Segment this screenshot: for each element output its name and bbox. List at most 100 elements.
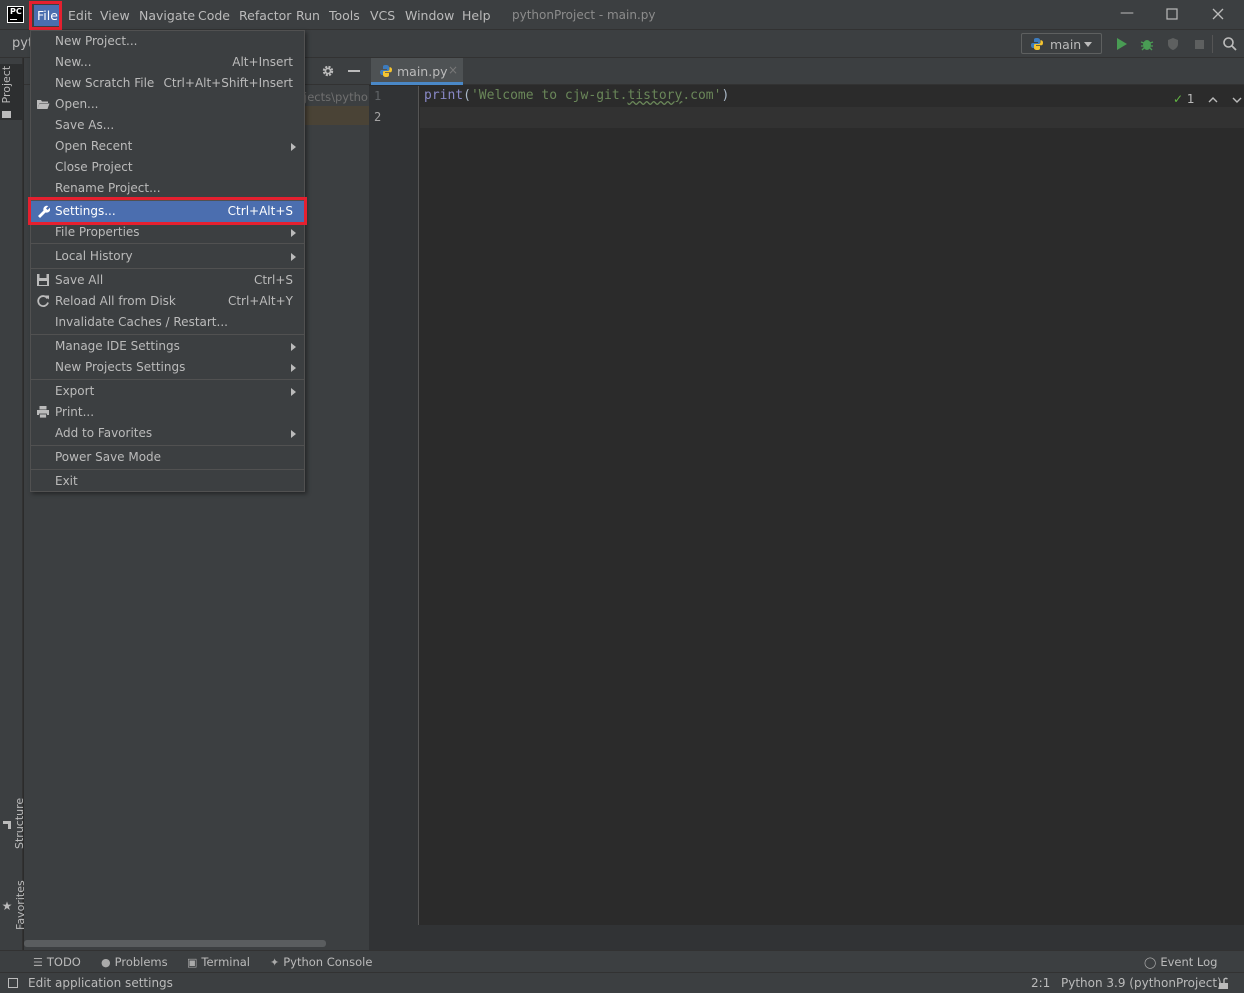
minimize-panel-icon[interactable] — [348, 70, 360, 72]
project-tree-selected-row[interactable] — [304, 106, 369, 125]
python-file-icon — [380, 65, 392, 77]
submenu-arrow-icon — [291, 343, 296, 351]
menu-item-new[interactable]: New... Alt+Insert — [31, 52, 304, 73]
menu-item-export[interactable]: Export — [31, 381, 304, 402]
code-function-name: print — [424, 88, 464, 103]
menu-item-save-all[interactable]: Save All Ctrl+S — [31, 270, 304, 291]
menu-tools[interactable]: Tools — [329, 8, 360, 23]
menu-item-label: Manage IDE Settings — [55, 339, 180, 353]
menu-item-new-scratch-file[interactable]: New Scratch File Ctrl+Alt+Shift+Insert — [31, 73, 304, 94]
project-panel-scrollbar[interactable] — [24, 940, 326, 947]
inspection-widget[interactable]: ✓ 1 — [1173, 92, 1242, 106]
menu-item-local-history[interactable]: Local History — [31, 246, 304, 267]
chevron-down-icon — [1084, 42, 1092, 47]
menu-item-exit[interactable]: Exit — [31, 471, 304, 492]
python-console-button[interactable]: ✦ Python Console — [270, 955, 372, 969]
project-tree-path[interactable]: jects\pytho — [304, 90, 369, 104]
menu-window[interactable]: Window — [405, 8, 454, 23]
menu-separator — [31, 268, 304, 269]
menu-navigate[interactable]: Navigate — [139, 8, 195, 23]
menu-item-manage-ide-settings[interactable]: Manage IDE Settings — [31, 336, 304, 357]
submenu-arrow-icon — [291, 364, 296, 372]
run-icon[interactable] — [1114, 36, 1130, 52]
maximize-icon[interactable] — [1166, 8, 1178, 20]
submenu-arrow-icon — [291, 253, 296, 261]
submenu-arrow-icon — [291, 430, 296, 438]
submenu-arrow-icon — [291, 229, 296, 237]
menu-item-open-recent[interactable]: Open Recent — [31, 136, 304, 157]
menu-item-print[interactable]: Print... — [31, 402, 304, 423]
menu-item-rename-project[interactable]: Rename Project... — [31, 178, 304, 199]
menu-item-file-properties[interactable]: File Properties — [31, 222, 304, 243]
menu-view[interactable]: View — [100, 8, 130, 23]
event-log-button[interactable]: ◯ Event Log — [1144, 955, 1217, 969]
stop-icon[interactable] — [1191, 36, 1207, 52]
toggle-tool-windows-icon[interactable] — [8, 978, 18, 988]
search-icon[interactable] — [1222, 36, 1238, 52]
menu-help[interactable]: Help — [462, 8, 491, 23]
menu-item-save-as[interactable]: Save As... — [31, 115, 304, 136]
menu-item-open[interactable]: Open... — [31, 94, 304, 115]
code-editor[interactable]: print('Welcome to cjw-git.tistory.com') … — [420, 86, 1244, 925]
menu-vcs[interactable]: VCS — [370, 8, 395, 23]
code-string-typo: tistory — [627, 88, 683, 103]
inspection-count: 1 — [1186, 92, 1195, 106]
chevron-down-icon[interactable] — [1232, 96, 1242, 104]
tab-structure[interactable]: Structure — [0, 790, 26, 856]
bottom-tool-bar: ☰ TODO ● Problems ▣ Terminal ✦ Python Consol… — [0, 950, 1244, 972]
run-config-selector[interactable]: main — [1021, 33, 1102, 54]
coverage-icon[interactable] — [1165, 36, 1181, 52]
menu-separator — [31, 469, 304, 470]
check-icon: ✓ — [1173, 92, 1184, 106]
todo-button[interactable]: ☰ TODO — [33, 955, 81, 969]
problems-button[interactable]: ● Problems — [101, 955, 168, 969]
menu-item-power-save-mode[interactable]: Power Save Mode — [31, 447, 304, 468]
status-bar: Edit application settings 2:1 Python 3.9… — [0, 972, 1244, 993]
terminal-icon: ▣ — [187, 956, 198, 969]
menu-item-label: Invalidate Caches / Restart... — [55, 315, 228, 329]
event-log-icon: ◯ — [1144, 956, 1157, 969]
close-window-icon[interactable] — [1212, 8, 1224, 20]
menu-item-close-project[interactable]: Close Project — [31, 157, 304, 178]
menu-item-new-project[interactable]: New Project... — [31, 31, 304, 52]
line-number: 2 — [374, 110, 382, 124]
menu-separator — [31, 445, 304, 446]
submenu-arrow-icon — [291, 143, 296, 151]
refresh-icon — [37, 295, 49, 307]
menu-code[interactable]: Code — [198, 8, 230, 23]
menu-item-label: Add to Favorites — [55, 426, 153, 440]
close-tab-icon[interactable]: × — [448, 63, 458, 77]
menu-item-label: Save As... — [55, 118, 115, 132]
debug-bug-icon[interactable] — [1139, 36, 1155, 52]
tab-favorites[interactable]: ★ Favorites — [0, 870, 27, 940]
printer-icon — [37, 406, 49, 419]
menu-item-invalidate-caches[interactable]: Invalidate Caches / Restart... — [31, 312, 304, 333]
tab-project[interactable]: Project — [0, 64, 23, 120]
tab-project-label: Project — [0, 65, 13, 104]
menu-edit[interactable]: Edit — [68, 8, 92, 23]
menu-separator — [31, 243, 304, 244]
submenu-arrow-icon — [291, 388, 296, 396]
unlock-icon[interactable] — [1218, 977, 1230, 990]
menu-item-reload-all[interactable]: Reload All from Disk Ctrl+Alt+Y — [31, 291, 304, 312]
gear-icon[interactable] — [321, 64, 335, 78]
left-tool-strip: Project Structure ★ Favorites — [0, 58, 27, 950]
info-icon: ● — [101, 956, 111, 969]
minimize-icon[interactable]: — — [1120, 5, 1134, 21]
caret-position[interactable]: 2:1 — [1031, 976, 1050, 990]
menu-item-add-to-favorites[interactable]: Add to Favorites — [31, 423, 304, 444]
menu-item-shortcut: Ctrl+S — [253, 273, 293, 287]
code-line-1[interactable]: print('Welcome to cjw-git.tistory.com') — [424, 88, 729, 103]
terminal-label: Terminal — [201, 955, 251, 969]
status-message: Edit application settings — [28, 976, 173, 990]
menu-item-new-projects-settings[interactable]: New Projects Settings — [31, 357, 304, 378]
editor-tab-bar: main.py × — [369, 58, 1244, 85]
editor-tab-main-py[interactable]: main.py × — [371, 58, 463, 85]
python-interpreter[interactable]: Python 3.9 (pythonProject) — [1061, 976, 1222, 990]
terminal-button[interactable]: ▣ Terminal — [187, 955, 250, 969]
menu-run[interactable]: Run — [296, 8, 320, 23]
chevron-up-icon[interactable] — [1208, 96, 1218, 104]
menu-refactor[interactable]: Refactor — [239, 8, 291, 23]
current-line-highlight — [420, 107, 1244, 128]
todo-label: TODO — [46, 955, 81, 969]
